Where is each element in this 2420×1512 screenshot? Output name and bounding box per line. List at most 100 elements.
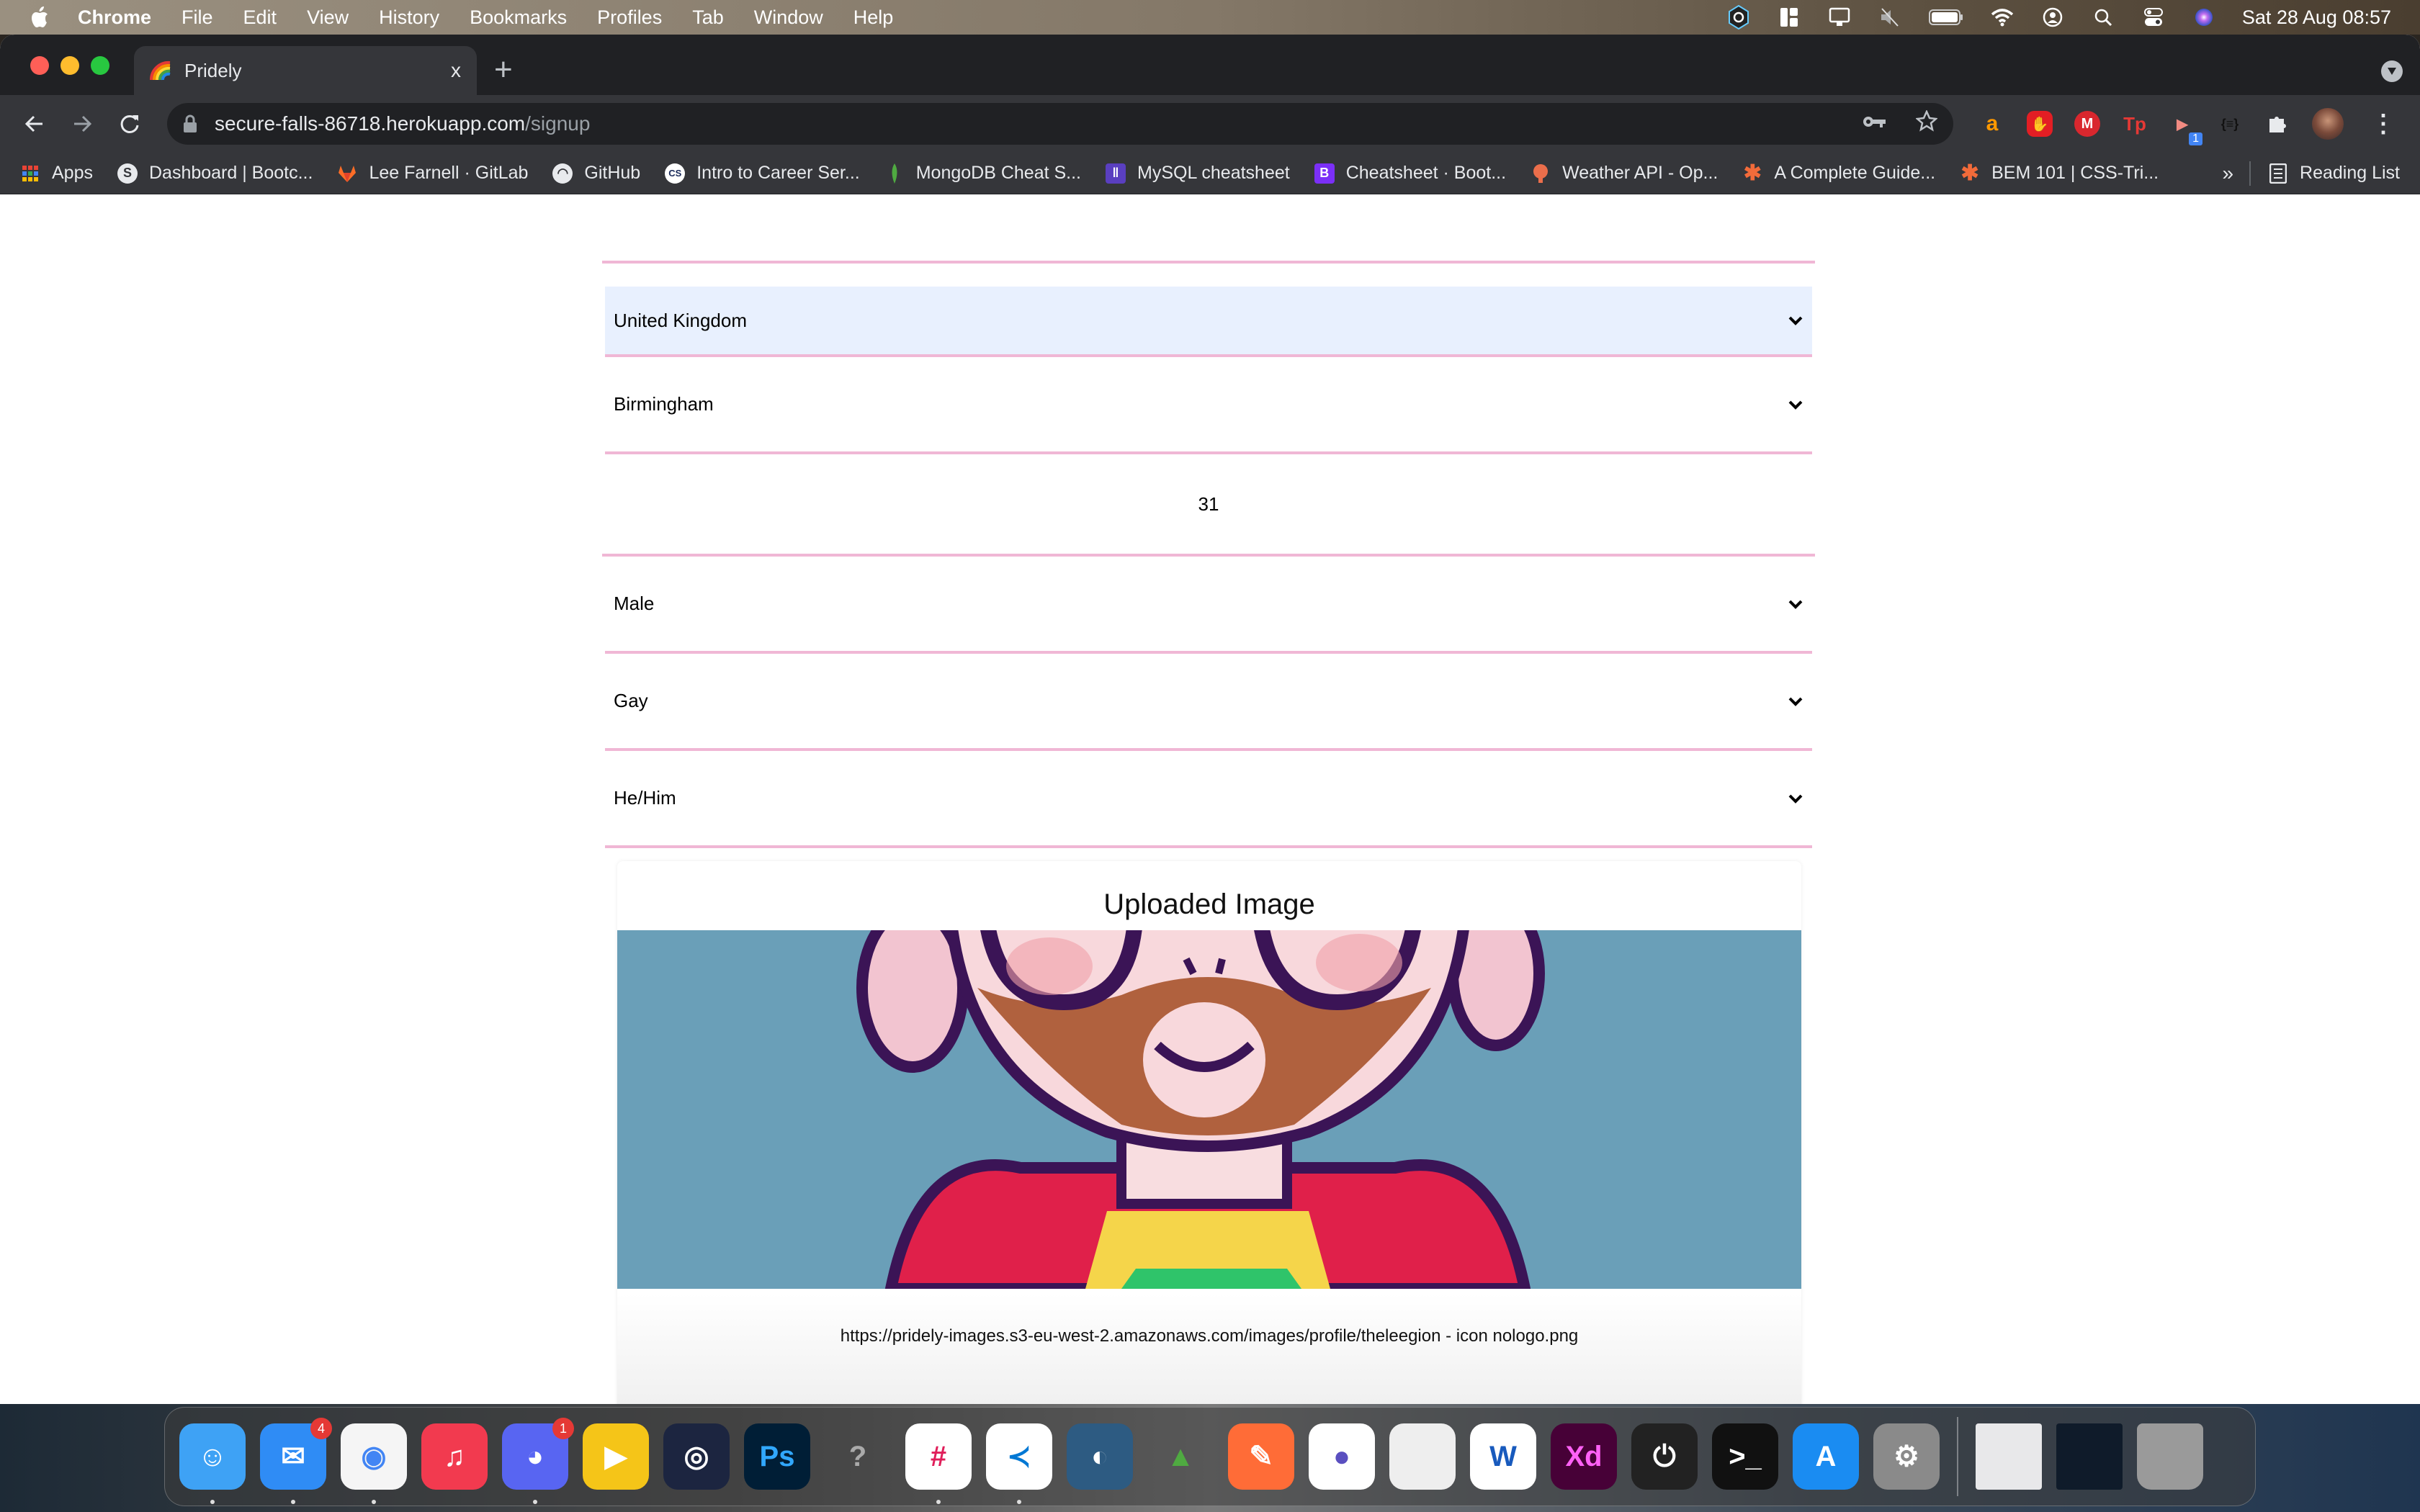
- dock-unknown-app-icon[interactable]: ?: [825, 1423, 891, 1490]
- bookmark-mongodb[interactable]: MongoDB Cheat S...: [884, 163, 1081, 184]
- wifi-icon[interactable]: [1990, 5, 2015, 30]
- dock-app-store-icon[interactable]: A: [1793, 1423, 1859, 1490]
- reading-list-button[interactable]: Reading List: [2268, 163, 2400, 184]
- sexuality-select[interactable]: Gay: [605, 654, 1812, 751]
- profile-avatar[interactable]: [2312, 108, 2344, 140]
- gender-select[interactable]: Male: [605, 557, 1812, 654]
- control-center-icon[interactable]: [2141, 5, 2166, 30]
- bookmark-gitlab[interactable]: Lee Farnell · GitLab: [337, 163, 528, 184]
- clip-icon: ‖: [1106, 163, 1126, 184]
- user-icon[interactable]: [2040, 5, 2065, 30]
- mega-extension-icon[interactable]: M: [2074, 111, 2100, 137]
- zoom-window-button[interactable]: [91, 56, 109, 75]
- dock-chrome-icon[interactable]: ◉: [341, 1423, 407, 1504]
- dock-system-preferences-icon[interactable]: ⚙: [1873, 1423, 1940, 1490]
- layout-icon[interactable]: [1777, 5, 1801, 30]
- bookmark-apps[interactable]: Apps: [20, 163, 93, 184]
- dock-downloads-stack-icon[interactable]: [1976, 1423, 2042, 1490]
- apple-menu-icon[interactable]: [29, 5, 50, 30]
- menu-app-chrome[interactable]: Chrome: [78, 6, 151, 29]
- extensions-puzzle-icon[interactable]: [2264, 111, 2290, 137]
- running-indicator: [210, 1500, 215, 1504]
- bookmark-github[interactable]: ◠ GitHub: [552, 163, 640, 184]
- dock-libreoffice-icon[interactable]: [1389, 1423, 1456, 1490]
- menu-bookmarks[interactable]: Bookmarks: [470, 6, 567, 29]
- json-formatter-extension-icon[interactable]: {≡}: [2217, 111, 2243, 137]
- menu-profiles[interactable]: Profiles: [597, 6, 662, 29]
- tab-pridely[interactable]: Pridely x: [134, 46, 477, 95]
- bookmark-intro-career[interactable]: CS Intro to Career Ser...: [665, 163, 860, 184]
- pronouns-select[interactable]: He/Him: [605, 751, 1812, 848]
- password-key-icon[interactable]: [1863, 110, 1887, 138]
- dock-glyph: ▲: [1166, 1440, 1195, 1472]
- menu-history[interactable]: History: [379, 6, 439, 29]
- new-tab-button[interactable]: +: [494, 52, 513, 88]
- tab-close-icon[interactable]: x: [451, 59, 461, 82]
- bookmark-complete-guide[interactable]: ✱ A Complete Guide...: [1742, 161, 1935, 185]
- forward-button[interactable]: [62, 104, 102, 144]
- screen-recorder-extension-icon[interactable]: ▶ 1: [2169, 111, 2202, 145]
- running-indicator: [291, 1500, 295, 1504]
- chrome-menu-icon[interactable]: ⋮: [2371, 109, 2396, 138]
- bookmark-bem[interactable]: ✱ BEM 101 | CSS-Tri...: [1960, 161, 2159, 185]
- dock-glyph: ▶: [604, 1441, 627, 1472]
- dock-photoshop-icon[interactable]: Ps: [744, 1423, 810, 1490]
- dock-obs-icon[interactable]: ◎: [663, 1423, 730, 1490]
- dock-finder-icon[interactable]: ☺: [179, 1423, 246, 1504]
- dock-mysql-workbench-icon[interactable]: ◐: [1067, 1423, 1133, 1490]
- dock-glyph: ✎: [1249, 1441, 1273, 1472]
- running-indicator: [533, 1500, 537, 1504]
- mute-icon[interactable]: [1878, 5, 1902, 30]
- dock-tor-app-icon[interactable]: ●: [1309, 1423, 1375, 1490]
- reload-button[interactable]: [109, 104, 150, 144]
- address-bar[interactable]: secure-falls-86718.herokuapp.com/signup: [167, 103, 1953, 145]
- minimize-window-button[interactable]: [60, 56, 79, 75]
- close-window-button[interactable]: [30, 56, 49, 75]
- age-input[interactable]: 31: [602, 454, 1815, 557]
- spotlight-search-icon[interactable]: [2091, 5, 2115, 30]
- dock-pokemon-tcg-online-icon[interactable]: ▶: [583, 1423, 649, 1490]
- country-select[interactable]: United Kingdom: [605, 287, 1812, 357]
- dock-terminal-icon[interactable]: >_: [1712, 1423, 1778, 1490]
- lock-icon[interactable]: [183, 114, 199, 133]
- menu-edit[interactable]: Edit: [243, 6, 277, 29]
- menu-window[interactable]: Window: [754, 6, 823, 29]
- cs-icon: CS: [665, 163, 686, 184]
- display-icon[interactable]: [1827, 5, 1852, 30]
- amazon-extension-icon[interactable]: a: [1979, 111, 2005, 137]
- bookmark-dashboard[interactable]: S Dashboard | Bootc...: [117, 163, 313, 184]
- menu-view[interactable]: View: [307, 6, 349, 29]
- dock-vscode-icon[interactable]: ≺: [986, 1423, 1052, 1504]
- menu-bar-clock[interactable]: Sat 28 Aug 08:57: [2242, 6, 2391, 29]
- tp-extension-icon[interactable]: Tp: [2122, 111, 2148, 137]
- menu-tab[interactable]: Tab: [692, 6, 724, 29]
- more-bookmarks-button[interactable]: »: [2222, 162, 2233, 185]
- chevron-down-icon: [1788, 794, 1803, 804]
- dock-word-icon[interactable]: W: [1470, 1423, 1536, 1490]
- battery-icon[interactable]: [1928, 5, 1964, 30]
- bookmark-bootstrap[interactable]: B Cheatsheet · Boot...: [1314, 163, 1506, 184]
- bookmark-mysql[interactable]: ‖ MySQL cheatsheet: [1106, 163, 1290, 184]
- dock-slack-icon[interactable]: #: [905, 1423, 972, 1504]
- dock-music-icon[interactable]: ♫: [421, 1423, 488, 1490]
- bookmark-weather[interactable]: Weather API - Op...: [1531, 163, 1718, 184]
- chevron-down-icon: [1788, 316, 1803, 325]
- dock-git-app-icon[interactable]: ▲: [1147, 1423, 1214, 1490]
- back-button[interactable]: [14, 104, 55, 144]
- dock-glyph: ♫: [444, 1440, 465, 1472]
- siri-icon[interactable]: [2192, 5, 2216, 30]
- dock-discord-icon[interactable]: ◕ 1: [502, 1418, 574, 1504]
- tab-search-icon[interactable]: [2381, 60, 2403, 82]
- dock-postman-icon[interactable]: ✎: [1228, 1423, 1294, 1490]
- dock-corsair-icue-icon[interactable]: ⏻: [1631, 1423, 1698, 1490]
- city-select[interactable]: Birmingham: [605, 357, 1812, 454]
- menu-file[interactable]: File: [182, 6, 213, 29]
- adblock-extension-icon[interactable]: ✋: [2027, 111, 2053, 137]
- dock-mail-icon[interactable]: ✉ 4: [260, 1418, 332, 1504]
- dock-recent-docs-stack-icon[interactable]: [2056, 1423, 2123, 1490]
- menu-help[interactable]: Help: [853, 6, 894, 29]
- bookmark-star-icon[interactable]: [1915, 109, 1938, 138]
- dock-trash-icon[interactable]: [2137, 1423, 2203, 1490]
- dock-adobe-xd-icon[interactable]: Xd: [1551, 1423, 1617, 1490]
- corsair-icue-icon[interactable]: [1726, 5, 1751, 30]
